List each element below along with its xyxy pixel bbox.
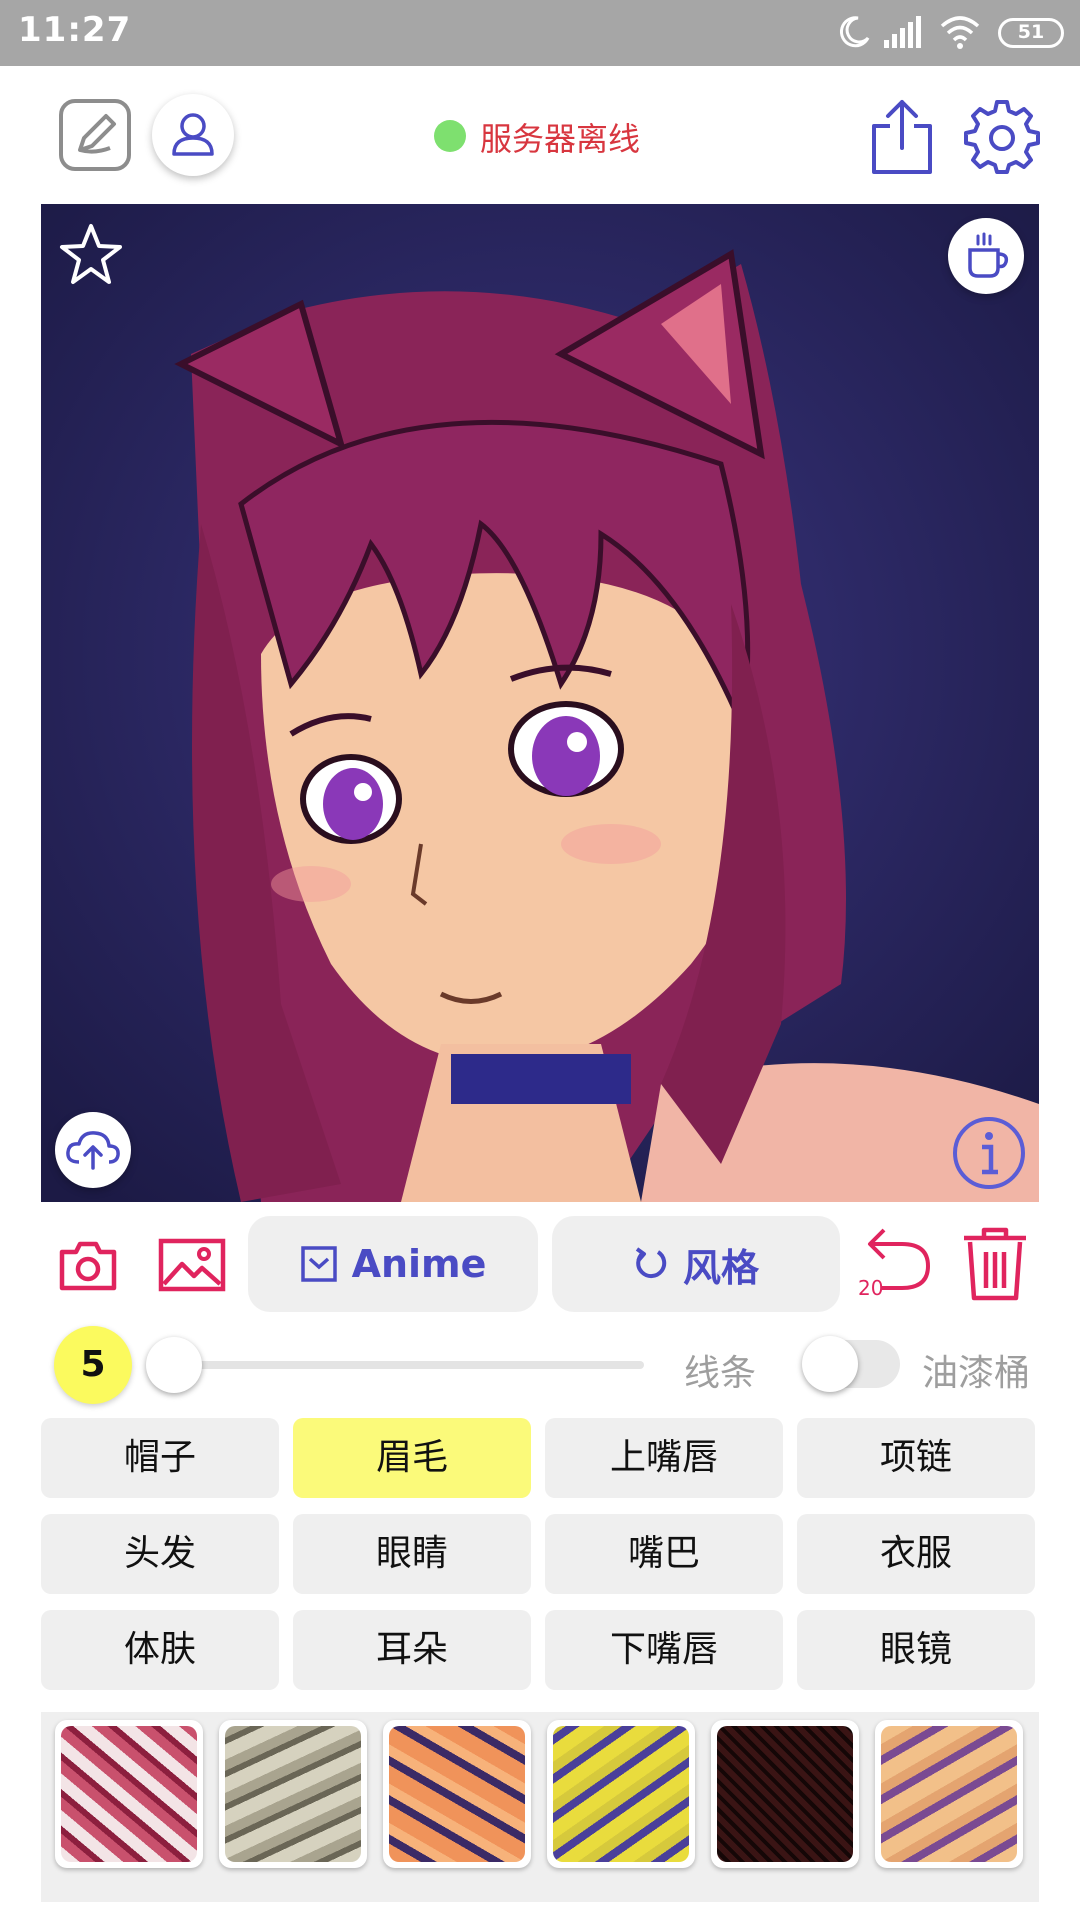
wifi-icon bbox=[940, 16, 980, 49]
upload-button[interactable] bbox=[55, 1112, 131, 1188]
paint-bucket-toggle-thumb[interactable] bbox=[802, 1336, 858, 1392]
sketch-icon bbox=[59, 99, 131, 171]
brush-size-slider-thumb[interactable] bbox=[146, 1337, 202, 1393]
share-button[interactable] bbox=[866, 96, 938, 176]
server-status-dot bbox=[434, 120, 466, 152]
brush-size-slider[interactable] bbox=[160, 1361, 644, 1369]
part-lower-lip[interactable]: 下嘴唇 bbox=[545, 1610, 783, 1690]
user-icon bbox=[172, 113, 214, 156]
part-eyebrows[interactable]: 眉毛 bbox=[293, 1418, 531, 1498]
undo-button[interactable]: 20 bbox=[856, 1224, 932, 1300]
texture-swatch-6[interactable] bbox=[875, 1720, 1023, 1868]
part-clothes[interactable]: 衣服 bbox=[797, 1514, 1035, 1594]
sketch-mode-button[interactable] bbox=[58, 98, 132, 172]
texture-swatch-3[interactable] bbox=[383, 1720, 531, 1868]
moon-icon bbox=[839, 16, 870, 48]
trash-icon bbox=[964, 1227, 1026, 1301]
checkbox-icon bbox=[300, 1246, 337, 1282]
settings-icon bbox=[964, 100, 1040, 174]
part-hat[interactable]: 帽子 bbox=[41, 1418, 279, 1498]
brush-size-badge: 5 bbox=[54, 1326, 132, 1404]
status-bar: 11:27 51 bbox=[0, 0, 1080, 66]
texture-swatch-5[interactable] bbox=[711, 1720, 859, 1868]
part-ears[interactable]: 耳朵 bbox=[293, 1610, 531, 1690]
gallery-icon bbox=[158, 1238, 226, 1292]
server-status-text: 服务器离线 bbox=[480, 120, 641, 158]
info-icon bbox=[953, 1117, 1025, 1189]
camera-button[interactable] bbox=[58, 1236, 118, 1294]
model-label: Anime bbox=[351, 1242, 487, 1286]
undo-count: 20 bbox=[858, 1276, 884, 1300]
part-necklace[interactable]: 项链 bbox=[797, 1418, 1035, 1498]
refresh-icon bbox=[635, 1247, 667, 1279]
star-icon bbox=[60, 224, 122, 284]
style-button[interactable]: 风格 bbox=[552, 1216, 840, 1312]
part-skin[interactable]: 体肤 bbox=[41, 1610, 279, 1690]
delete-button[interactable] bbox=[960, 1226, 1030, 1302]
favorite-button[interactable] bbox=[58, 222, 124, 288]
model-button[interactable]: Anime bbox=[248, 1216, 538, 1312]
coffee-icon bbox=[968, 232, 1009, 278]
part-hair[interactable]: 头发 bbox=[41, 1514, 279, 1594]
generated-image[interactable] bbox=[41, 204, 1039, 1202]
texture-swatch-2[interactable] bbox=[219, 1720, 367, 1868]
info-button[interactable] bbox=[950, 1114, 1028, 1192]
settings-button[interactable] bbox=[964, 98, 1040, 174]
camera-icon bbox=[59, 1241, 117, 1291]
part-eyes[interactable]: 眼睛 bbox=[293, 1514, 531, 1594]
share-icon bbox=[872, 100, 932, 174]
anime-portrait bbox=[41, 204, 1039, 1202]
battery-icon: 51 bbox=[998, 18, 1064, 48]
texture-swatch-4[interactable] bbox=[547, 1720, 695, 1868]
gallery-button[interactable] bbox=[158, 1236, 226, 1294]
part-upper-lip[interactable]: 上嘴唇 bbox=[545, 1418, 783, 1498]
user-button[interactable] bbox=[152, 94, 234, 176]
status-time: 11:27 bbox=[18, 10, 132, 50]
style-label: 风格 bbox=[682, 1245, 759, 1290]
part-glasses[interactable]: 眼镜 bbox=[797, 1610, 1035, 1690]
texture-swatch-1[interactable] bbox=[55, 1720, 203, 1868]
part-mouth[interactable]: 嘴巴 bbox=[545, 1514, 783, 1594]
lines-label: 线条 bbox=[684, 1353, 757, 1394]
coffee-button[interactable] bbox=[948, 218, 1024, 294]
upload-cloud-icon bbox=[66, 1131, 120, 1170]
paint-bucket-label: 油漆桶 bbox=[922, 1353, 1031, 1394]
signal-icon bbox=[884, 16, 921, 48]
